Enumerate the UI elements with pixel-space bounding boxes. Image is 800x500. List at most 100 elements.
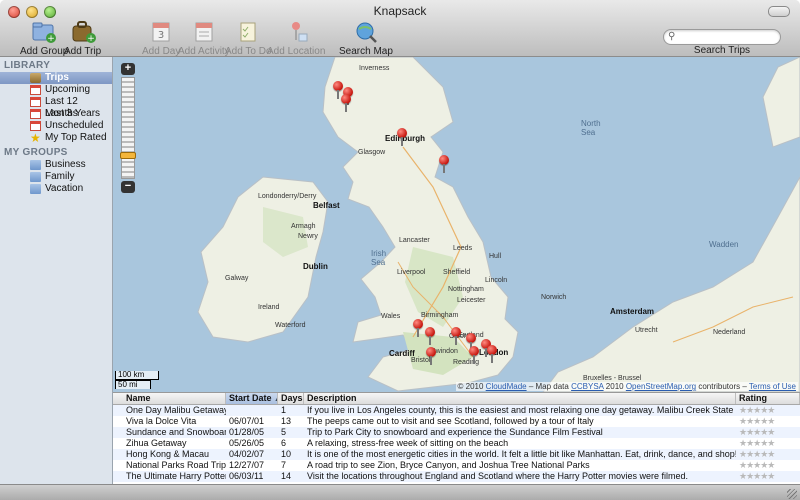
cell-rating[interactable]: ★★★★★ — [736, 427, 800, 438]
status-bar — [0, 484, 800, 500]
add-day-button[interactable]: 3 Add Day — [142, 20, 180, 57]
cell-rating[interactable]: ★★★★★ — [736, 438, 800, 449]
zoom-in-button[interactable]: + — [121, 63, 135, 75]
cell-start: 01/28/05 — [229, 427, 265, 437]
search-trips-input[interactable] — [680, 30, 774, 43]
zoom-out-button[interactable]: − — [121, 181, 135, 193]
map-scale: 100 km 50 mi — [115, 371, 159, 389]
map-label-leicester: Leicester — [457, 297, 486, 304]
search-trips-field[interactable]: ⚲ — [663, 29, 781, 45]
trip-location-pin[interactable] — [426, 347, 436, 365]
svg-text:+: + — [47, 34, 55, 44]
sidebar-item-my-top-rated[interactable]: ★ My Top Rated — [0, 132, 112, 144]
cell-start: 04/02/07 — [229, 449, 265, 459]
cell-name: The Ultimate Harry Potter … — [126, 471, 226, 481]
map-label-hull: Hull — [489, 253, 502, 260]
map-label-lancaster: Lancaster — [399, 237, 430, 244]
sidebar-item-last-12-months[interactable]: Last 12 Months — [0, 96, 112, 119]
terms-of-use-link[interactable]: Terms of Use — [749, 382, 796, 391]
resize-grip-icon[interactable] — [787, 489, 797, 499]
sidebar-item-business[interactable]: Business — [0, 159, 112, 171]
column-header-days[interactable]: Days — [278, 393, 304, 404]
ccbysa-link[interactable]: CCBYSA — [571, 382, 603, 391]
sidebar-item-unscheduled[interactable]: Unscheduled — [0, 120, 112, 132]
cell-days: 5 — [281, 427, 287, 437]
table-row[interactable]: Zihua Getaway 05/26/05 6 A relaxing, stress… — [113, 438, 800, 449]
table-row[interactable]: Hong Kong & Macau 04/02/07 10 It is one of … — [113, 449, 800, 460]
map-label-north-sea: North Sea — [581, 119, 601, 137]
column-header-description[interactable]: Description — [304, 393, 736, 404]
cell-name: National Parks Road Trip — [126, 460, 226, 470]
map-view[interactable]: Inverness Edinburgh Glasgow North Sea Lo… — [113, 57, 800, 392]
cloudmade-link[interactable]: CloudMade — [486, 382, 527, 391]
add-trip-button[interactable]: + Add Trip — [64, 20, 101, 57]
trip-location-pin[interactable] — [413, 319, 423, 337]
map-label-netherlands: Nederland — [713, 329, 746, 336]
sidebar-item-vacation[interactable]: Vacation — [0, 183, 112, 195]
cell-rating[interactable]: ★★★★★ — [736, 405, 800, 416]
sidebar: LIBRARY Trips Upcoming Last 12 Months La… — [0, 57, 113, 484]
location-pin-icon — [281, 20, 311, 44]
add-activity-button[interactable]: Add Activity — [178, 20, 230, 57]
cell-name: Viva la Dolce Vita — [126, 416, 197, 426]
map-label-inverness: Inverness — [359, 65, 390, 72]
folder-icon — [30, 172, 41, 182]
trip-location-pin[interactable] — [397, 128, 407, 146]
map-label-liverpool: Liverpool — [397, 269, 426, 276]
table-row[interactable]: One Day Malibu Getaway 1 If you live in Lo… — [113, 405, 800, 416]
cell-rating[interactable]: ★★★★★ — [736, 416, 800, 427]
app-window: Knapsack + Add Group + Add Trip 3 Add Da… — [0, 0, 800, 500]
table-row[interactable]: Viva la Dolce Vita 06/07/01 13 The peeps ca… — [113, 416, 800, 427]
cell-rating[interactable]: ★★★★★ — [736, 449, 800, 460]
star-icon: ★ — [30, 131, 41, 145]
map-label-galway: Galway — [225, 275, 249, 282]
sidebar-item-trips[interactable]: Trips — [0, 72, 112, 84]
add-todo-button[interactable]: Add To Do — [225, 20, 272, 57]
sidebar-item-last-3-years[interactable]: Last 3 Years — [0, 108, 112, 120]
search-map-button[interactable]: Search Map — [339, 20, 393, 57]
column-header-start-date[interactable]: Start Date ▲ — [226, 393, 278, 404]
trip-location-pin[interactable] — [439, 155, 449, 173]
add-group-button[interactable]: + Add Group — [20, 20, 68, 57]
add-location-button[interactable]: Add Location — [267, 20, 325, 57]
openstreetmap-link[interactable]: OpenStreetMap.org — [626, 382, 696, 391]
zoom-slider[interactable] — [120, 77, 136, 179]
cell-start: 05/26/05 — [229, 438, 265, 448]
trip-location-pin[interactable] — [451, 327, 461, 345]
column-header-name[interactable]: Name — [123, 393, 226, 404]
trip-location-pin[interactable] — [466, 333, 476, 351]
table-row[interactable]: Sundance and Snowboarding01/28/05 5 Trip t… — [113, 427, 800, 438]
map-label-newry: Newry — [298, 233, 318, 240]
map-label-wadden: Wadden — [709, 240, 739, 249]
toolbar-toggle-button[interactable] — [768, 6, 790, 17]
trip-location-pin[interactable] — [425, 327, 435, 345]
table-row[interactable]: The Ultimate Harry Potter …06/03/11 14 Vis… — [113, 471, 800, 482]
cell-days: 7 — [281, 460, 287, 470]
trip-location-pin[interactable] — [487, 345, 497, 363]
trip-location-pin[interactable] — [469, 346, 479, 364]
cell-rating[interactable]: ★★★★★ — [736, 471, 800, 482]
calendar-icon — [30, 121, 41, 131]
cell-rating[interactable]: ★★★★★ — [736, 460, 800, 471]
trip-location-pin[interactable] — [341, 94, 351, 112]
cell-start: 12/27/07 — [229, 460, 265, 470]
svg-text:+: + — [87, 34, 95, 44]
trip-location-pin[interactable] — [333, 81, 343, 99]
toolbar: Knapsack + Add Group + Add Trip 3 Add Da… — [0, 0, 800, 57]
map-label-bristol: Bristol — [411, 357, 431, 364]
sidebar-item-family[interactable]: Family — [0, 171, 112, 183]
cell-days: 14 — [281, 471, 292, 481]
globe-search-icon — [351, 20, 381, 44]
column-header-rating[interactable]: Rating — [736, 393, 800, 404]
map-label-wales: Wales — [381, 313, 401, 320]
table-header: Name Start Date ▲ Days Description Ratin… — [113, 393, 800, 405]
zoom-slider-handle[interactable] — [120, 152, 136, 159]
map-label-reading: Reading — [453, 359, 480, 366]
map-label-brussel: Bruxelles - Brussel — [583, 375, 642, 382]
trips-table: Name Start Date ▲ Days Description Ratin… — [113, 392, 800, 485]
folder-icon — [30, 160, 41, 170]
cell-days: 6 — [281, 438, 287, 448]
map-label-dublin: Dublin — [303, 262, 328, 271]
table-row[interactable]: National Parks Road Trip 12/27/07 7 A road … — [113, 460, 800, 471]
sidebar-item-upcoming[interactable]: Upcoming — [0, 84, 112, 96]
